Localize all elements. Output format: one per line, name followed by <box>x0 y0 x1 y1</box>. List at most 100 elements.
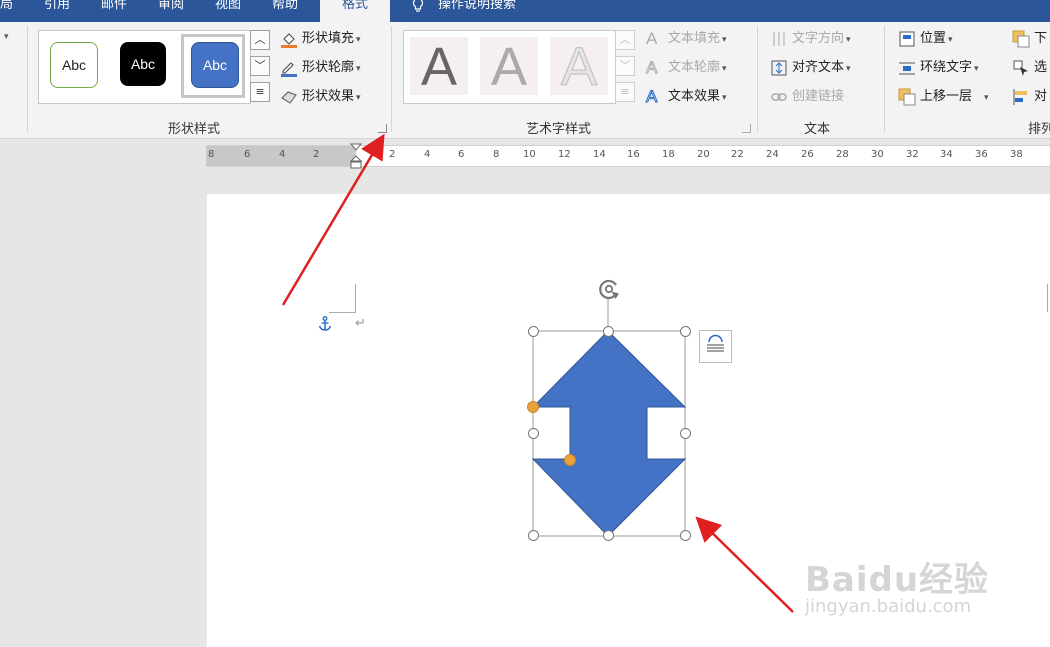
ruler-tick: 2 <box>313 149 320 160</box>
text-effects-button[interactable]: A 文本效果 ▾ <box>646 86 727 108</box>
indent-marker-icon[interactable] <box>349 142 363 172</box>
shape-effects-label: 形状效果 <box>302 89 355 104</box>
resize-handle-top-left[interactable] <box>528 326 539 337</box>
text-direction-label: 文字方向 <box>792 31 845 46</box>
resize-handle-bottom-left[interactable] <box>528 530 539 541</box>
group-separator <box>757 26 758 132</box>
selection-pane-button[interactable]: 选 <box>1012 57 1047 79</box>
send-backward-label: 下 <box>1034 31 1048 46</box>
tell-me-search[interactable]: 操作说明搜索 <box>410 0 516 16</box>
gallery-scroll-up[interactable]: ︿ <box>250 30 270 50</box>
shape-styles-group-label: 形状样式 <box>168 122 221 137</box>
ruler-tick: 2 <box>389 149 396 160</box>
rotate-handle-icon[interactable] <box>596 276 622 302</box>
tab-layout[interactable]: 局 <box>0 0 13 16</box>
wrap-text-label: 环绕文字 <box>920 60 973 75</box>
shape-style-outline[interactable]: Abc <box>50 42 98 88</box>
tab-review[interactable]: 审阅 <box>158 0 184 16</box>
wordart-style-3[interactable]: A <box>550 37 608 98</box>
selected-shape[interactable] <box>527 274 697 544</box>
wordart-style-2[interactable]: A <box>480 37 538 97</box>
text-fill-button[interactable]: A 文本填充 ▾ <box>646 28 727 50</box>
shape-effects-icon <box>280 88 298 106</box>
anchor-icon[interactable] <box>318 316 332 332</box>
shape-style-black[interactable]: Abc <box>120 42 166 86</box>
shape-fill-button[interactable]: 形状填充 ▾ <box>280 28 361 50</box>
paint-bucket-icon <box>280 30 298 48</box>
bring-forward-button[interactable]: 上移一层 ▾ <box>898 86 989 108</box>
resize-handle-bottom[interactable] <box>603 530 614 541</box>
paragraph-mark: ↵ <box>355 316 366 331</box>
wordart-scroll-down[interactable]: ﹀ <box>615 56 635 76</box>
shape-outline-button[interactable]: 形状轮廓 ▾ <box>280 57 361 79</box>
wordart-group-label: 艺术字样式 <box>526 122 592 137</box>
text-effects-label: 文本效果 <box>668 89 721 104</box>
wordart-dialog-launcher[interactable] <box>742 124 751 133</box>
up-down-arrow-shape[interactable] <box>527 274 697 544</box>
send-backward-button[interactable]: 下 <box>1012 28 1047 50</box>
wordart-style-1[interactable]: A <box>410 37 468 97</box>
wrap-text-button[interactable]: 环绕文字 ▾ <box>898 57 979 79</box>
arrange-group-label: 排列 <box>1028 122 1050 137</box>
shape-outline-label: 形状轮廓 <box>302 60 355 75</box>
send-backward-icon <box>1012 30 1030 48</box>
position-button[interactable]: 位置 ▾ <box>898 28 953 50</box>
resize-handle-left[interactable] <box>528 428 539 439</box>
gallery-scroll-down[interactable]: ﹀ <box>250 56 270 76</box>
group-separator <box>391 26 392 132</box>
align-text-button[interactable]: 对齐文本 ▾ <box>770 57 851 79</box>
selection-pane-label: 选 <box>1034 60 1048 75</box>
create-link-label: 创建链接 <box>792 89 845 104</box>
position-icon <box>898 30 916 48</box>
document-page[interactable]: ↵ Baidu经验 jingyan.baidu.com <box>207 194 1050 647</box>
wordart-scroll-up[interactable]: ︿ <box>615 30 635 50</box>
ruler-tick: 4 <box>279 149 286 160</box>
adjust-handle-arrowhead[interactable] <box>527 401 539 413</box>
tab-references[interactable]: 引用 <box>44 0 70 16</box>
resize-handle-top[interactable] <box>603 326 614 337</box>
ruler-tick: 36 <box>975 149 988 160</box>
text-outline-button[interactable]: A 文本轮廓 ▾ <box>646 57 727 79</box>
shape-fill-label: 形状填充 <box>302 31 355 46</box>
ruler-tick: 6 <box>458 149 465 160</box>
ruler-tick: 14 <box>593 149 606 160</box>
shape-styles-gallery: Abc Abc Abc <box>38 30 251 104</box>
watermark-url: jingyan.baidu.com <box>805 596 972 617</box>
adjust-handle-shaft[interactable] <box>564 454 576 466</box>
align-text-label: 对齐文本 <box>792 60 845 75</box>
ruler-tick: 6 <box>244 149 251 160</box>
ruler-tick: 10 <box>523 149 536 160</box>
chevron-down-icon[interactable]: ▾ <box>4 32 9 42</box>
wrap-text-icon <box>898 59 916 77</box>
tab-format[interactable]: 格式 <box>320 0 390 22</box>
wordart-gallery: A A A <box>403 30 616 104</box>
layout-options-button[interactable] <box>699 330 732 363</box>
gallery-expand[interactable]: ≡ <box>250 82 270 102</box>
ribbon-tab-bar: 局 引用 邮件 审阅 视图 帮助 格式 操作说明搜索 <box>0 0 1050 22</box>
shape-style-blue[interactable]: Abc <box>191 42 239 88</box>
resize-handle-top-right[interactable] <box>680 326 691 337</box>
tab-help[interactable]: 帮助 <box>272 0 298 16</box>
align-objects-label: 对 <box>1034 89 1048 104</box>
shape-effects-button[interactable]: 形状效果 ▾ <box>280 86 361 108</box>
text-direction-button[interactable]: 文字方向 ▾ <box>770 28 851 50</box>
align-objects-button[interactable]: 对 <box>1012 86 1047 108</box>
wordart-expand[interactable]: ≡ <box>615 82 635 102</box>
bring-forward-label: 上移一层 <box>920 89 973 104</box>
link-icon <box>770 88 788 106</box>
text-effects-icon: A <box>646 86 658 106</box>
horizontal-ruler[interactable]: 8 6 4 2 2 4 6 8 10 12 14 16 18 20 22 24 … <box>206 143 1050 169</box>
shape-styles-dialog-launcher[interactable] <box>378 124 387 133</box>
resize-handle-right[interactable] <box>680 428 691 439</box>
tab-mailings[interactable]: 邮件 <box>101 0 127 16</box>
resize-handle-bottom-right[interactable] <box>680 530 691 541</box>
watermark-brand: Baidu经验 <box>805 560 990 600</box>
ruler-tick: 24 <box>766 149 779 160</box>
ruler-tick: 16 <box>627 149 640 160</box>
ruler-tick: 28 <box>836 149 849 160</box>
align-text-icon <box>770 59 788 77</box>
tab-view[interactable]: 视图 <box>215 0 241 16</box>
create-link-button[interactable]: 创建链接 <box>770 86 844 108</box>
ruler-tick: 26 <box>801 149 814 160</box>
tell-me-label: 操作说明搜索 <box>438 0 517 12</box>
